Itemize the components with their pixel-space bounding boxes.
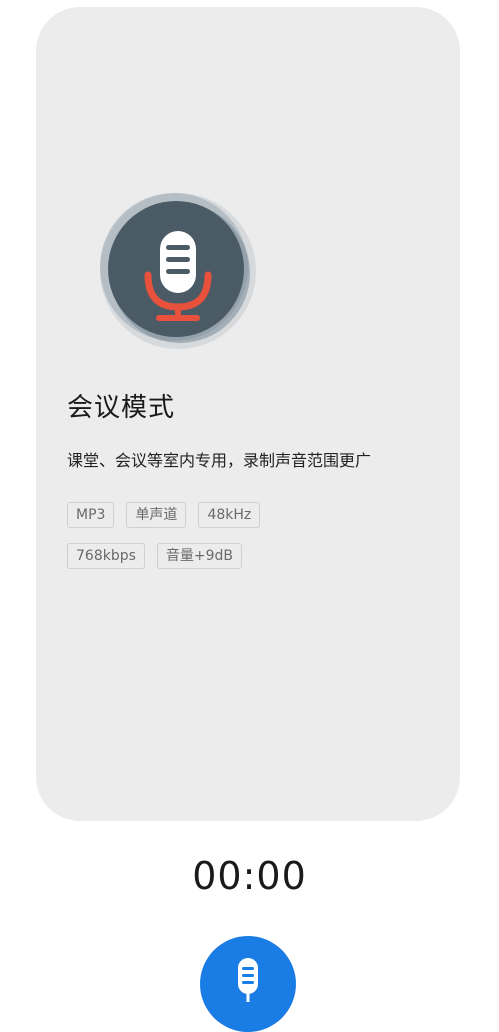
audio-spec-tags-row-1: MP3 单声道 48kHz xyxy=(67,502,261,528)
audio-spec-tags-row-2: 768kbps 音量+9dB xyxy=(67,543,243,569)
microphone-icon xyxy=(235,958,261,1010)
recording-mode-card[interactable]: 会议模式 课堂、会议等室内专用，录制声音范围更广 MP3 单声道 48kHz 7… xyxy=(36,7,460,821)
channel-tag: 单声道 xyxy=(126,502,187,528)
mode-description: 课堂、会议等室内专用，录制声音范围更广 xyxy=(67,451,372,470)
mode-title: 会议模式 xyxy=(67,393,176,423)
format-tag: MP3 xyxy=(67,502,115,528)
volume-gain-tag: 音量+9dB xyxy=(156,543,243,569)
bitrate-tag: 768kbps xyxy=(67,543,145,569)
microphone-icon xyxy=(88,183,268,353)
sample-rate-tag: 48kHz xyxy=(198,502,261,528)
recording-timer: 00:00 xyxy=(192,854,307,898)
record-button[interactable] xyxy=(200,936,296,1032)
